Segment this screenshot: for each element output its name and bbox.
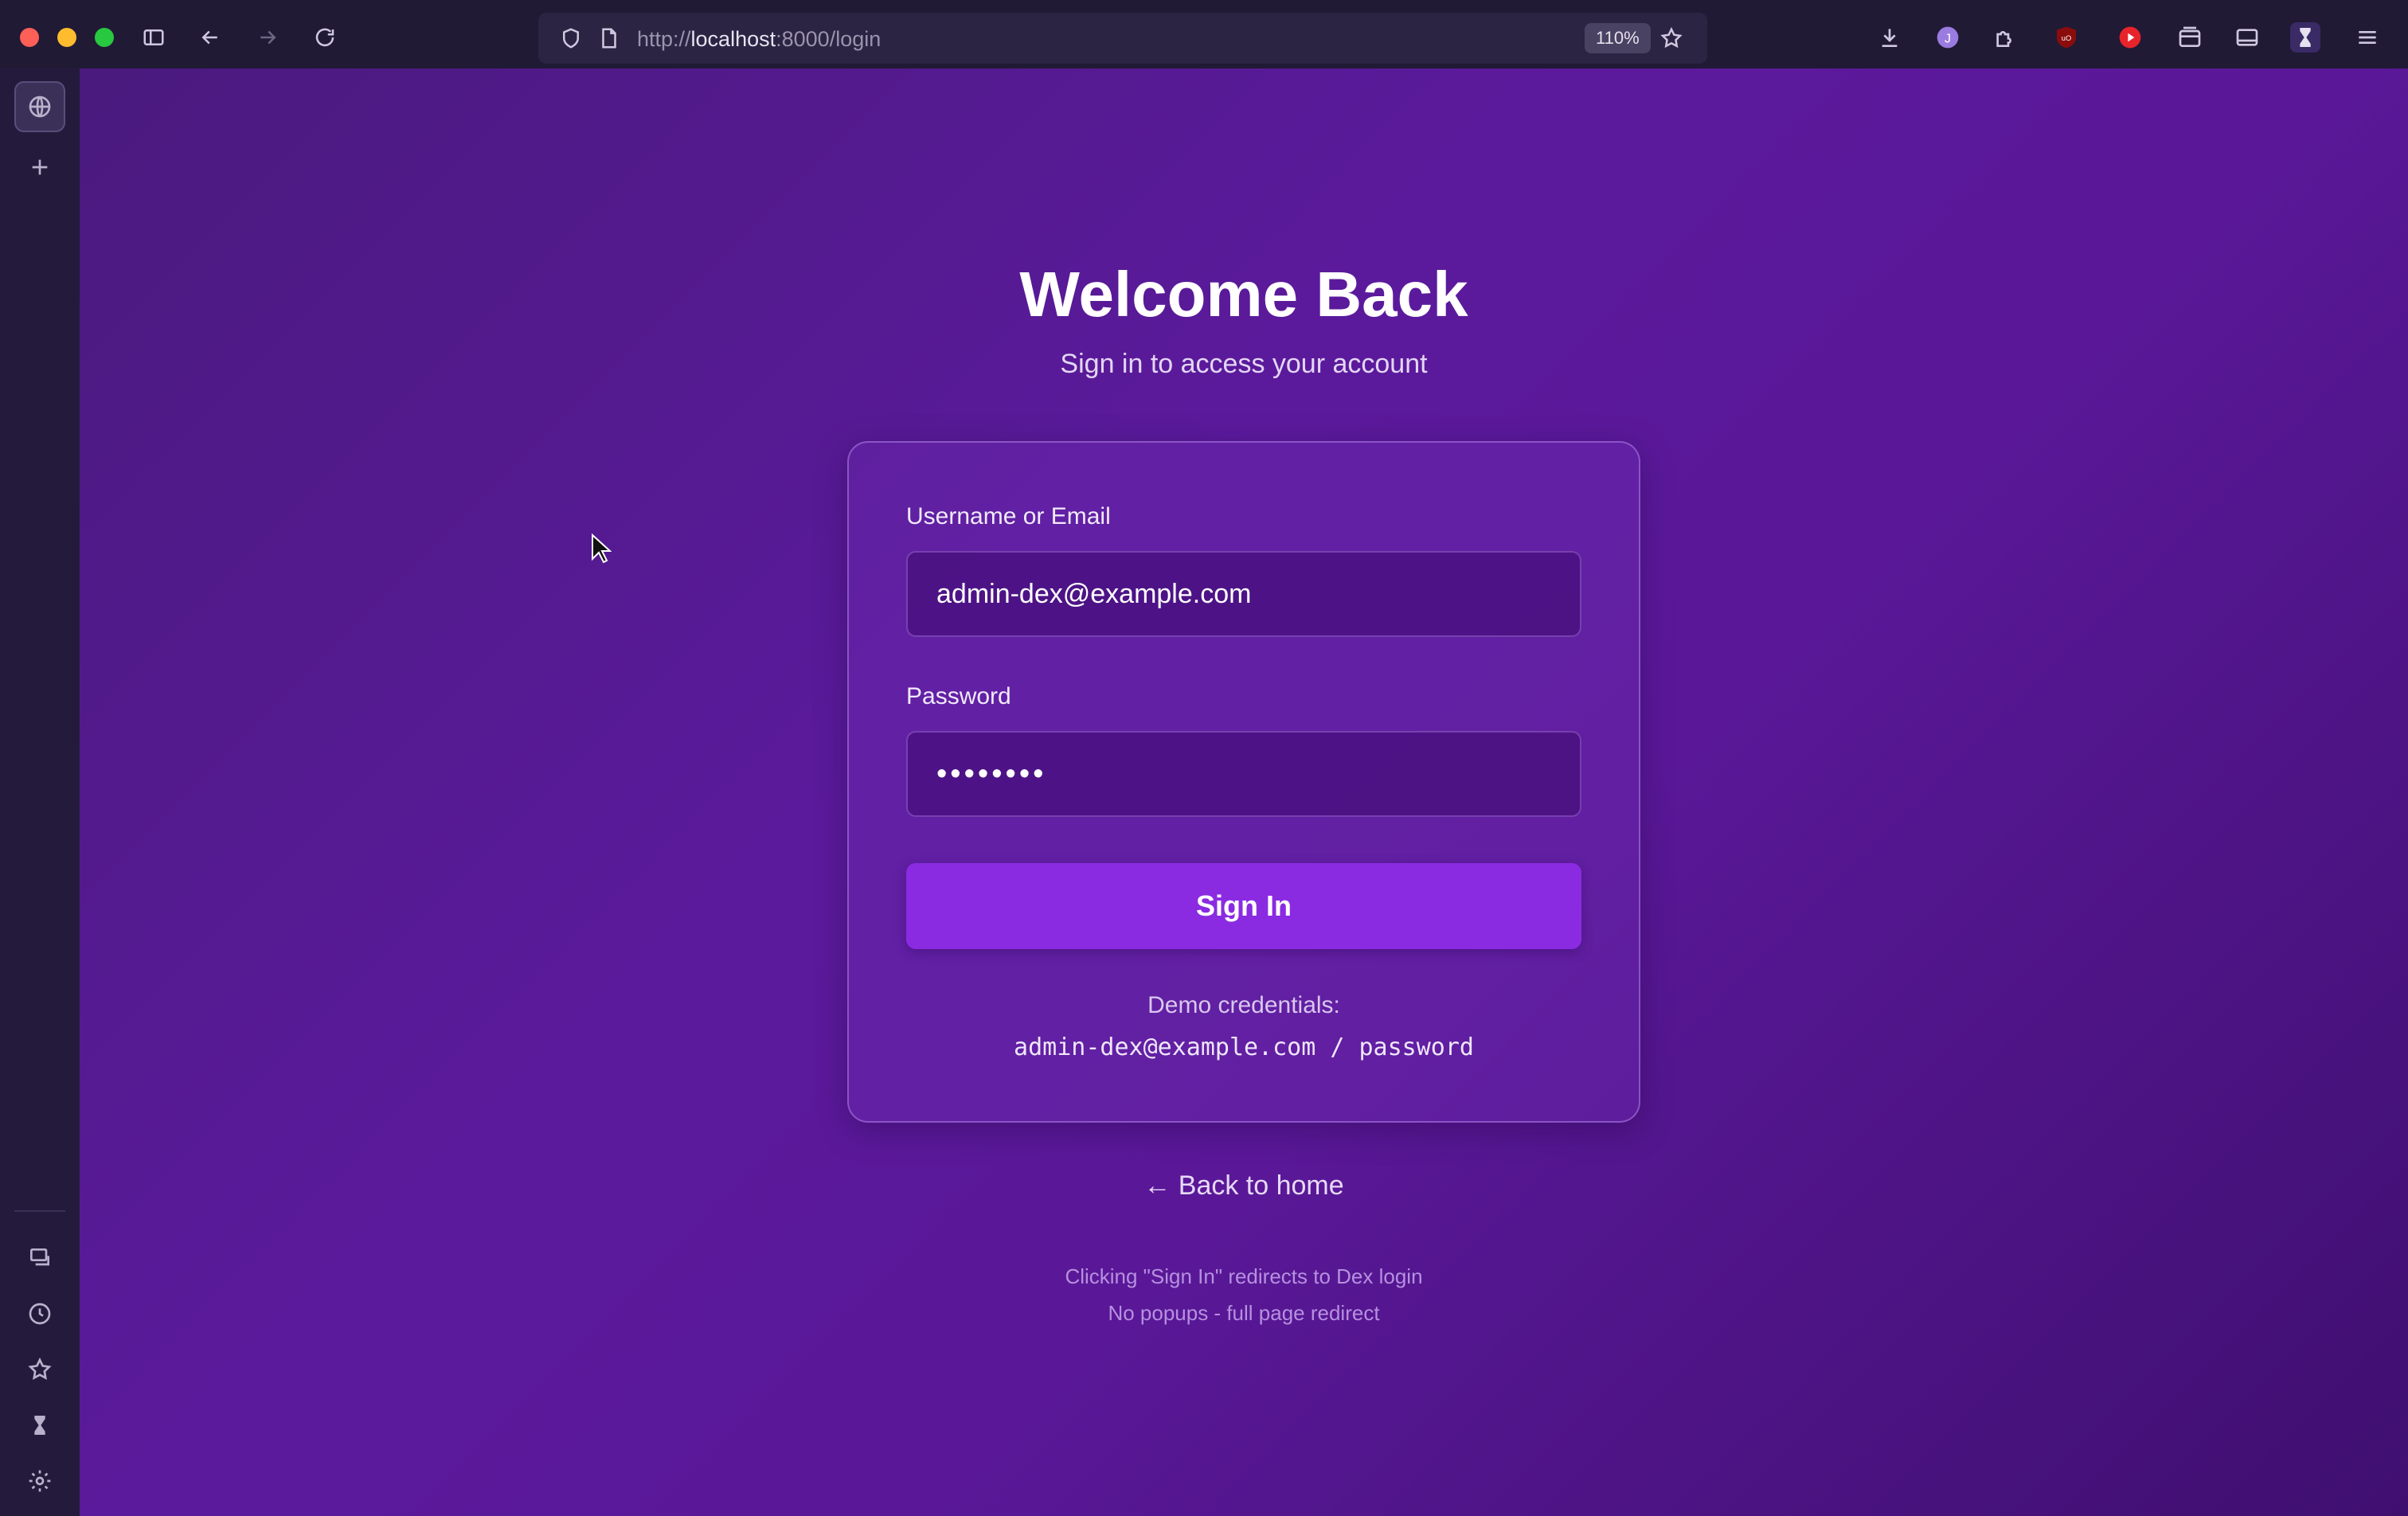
zoom-level-badge[interactable]: 110% xyxy=(1585,23,1651,53)
forward-arrow-icon[interactable] xyxy=(249,19,286,56)
sign-in-button[interactable]: Sign In xyxy=(906,863,1581,949)
redirect-note: Clicking "Sign In" redirects to Dex logi… xyxy=(1065,1264,1423,1288)
account-avatar-icon[interactable]: J xyxy=(1933,22,1963,53)
back-to-home-link[interactable]: ← Back to home xyxy=(80,1170,2408,1201)
page-info-icon[interactable] xyxy=(591,20,627,57)
login-card: Username or Email admin-dex@example.com … xyxy=(847,441,1640,1123)
sidebar-toggle-icon[interactable] xyxy=(135,19,172,56)
new-tab-plus-icon[interactable] xyxy=(14,142,65,193)
demo-credentials-label: Demo credentials: xyxy=(1147,992,1340,1018)
svg-text:uO: uO xyxy=(2062,34,2071,42)
globe-tab-icon[interactable] xyxy=(14,81,65,132)
settings-gear-icon[interactable] xyxy=(14,1455,65,1506)
page-title: Welcome Back xyxy=(1019,259,1468,330)
reload-icon[interactable] xyxy=(307,19,343,56)
shield-icon[interactable] xyxy=(553,20,589,57)
close-window-button[interactable] xyxy=(20,28,39,47)
sidebar-divider xyxy=(14,1210,65,1212)
maximize-window-button[interactable] xyxy=(95,28,114,47)
browser-toolbar: http://localhost:8000/login 110% J uO xyxy=(0,0,2408,68)
back-arrow-icon[interactable] xyxy=(192,19,229,56)
svg-text:J: J xyxy=(1945,33,1951,46)
synced-tabs-icon[interactable] xyxy=(14,1233,65,1284)
history-clock-icon[interactable] xyxy=(14,1288,65,1339)
browser-sidebar xyxy=(0,68,81,1516)
username-input[interactable]: admin-dex@example.com xyxy=(906,551,1581,637)
mouse-pointer-icon xyxy=(592,533,612,564)
password-input[interactable]: •••••••• xyxy=(906,731,1581,817)
minimize-window-button[interactable] xyxy=(57,28,76,47)
extensions-puzzle-icon[interactable] xyxy=(1990,22,2020,53)
login-page: Welcome Back Sign in to access your acco… xyxy=(80,68,2408,1516)
sidebar-panel-icon[interactable] xyxy=(2232,22,2262,53)
username-label: Username or Email xyxy=(906,503,1111,529)
downloads-icon[interactable] xyxy=(1874,22,1905,53)
password-label: Password xyxy=(906,683,1011,709)
url-text[interactable]: http://localhost:8000/login xyxy=(637,27,881,52)
hourglass-extension-icon[interactable] xyxy=(2290,22,2320,53)
bookmark-star-icon[interactable] xyxy=(1653,20,1690,57)
youtube-extension-icon[interactable] xyxy=(2115,22,2145,53)
ublock-icon[interactable]: uO xyxy=(2051,22,2082,53)
page-subtitle: Sign in to access your account xyxy=(1060,349,1428,379)
container-tabs-icon[interactable] xyxy=(2175,22,2205,53)
menu-hamburger-icon[interactable] xyxy=(2352,22,2383,53)
bookmarks-star-icon[interactable] xyxy=(14,1344,65,1395)
demo-credentials-value: admin-dex@example.com / password xyxy=(1014,1033,1474,1061)
address-bar[interactable]: http://localhost:8000/login 110% xyxy=(538,13,1707,64)
hourglass-icon[interactable] xyxy=(14,1400,65,1451)
popup-note: No popups - full page redirect xyxy=(1108,1301,1380,1325)
